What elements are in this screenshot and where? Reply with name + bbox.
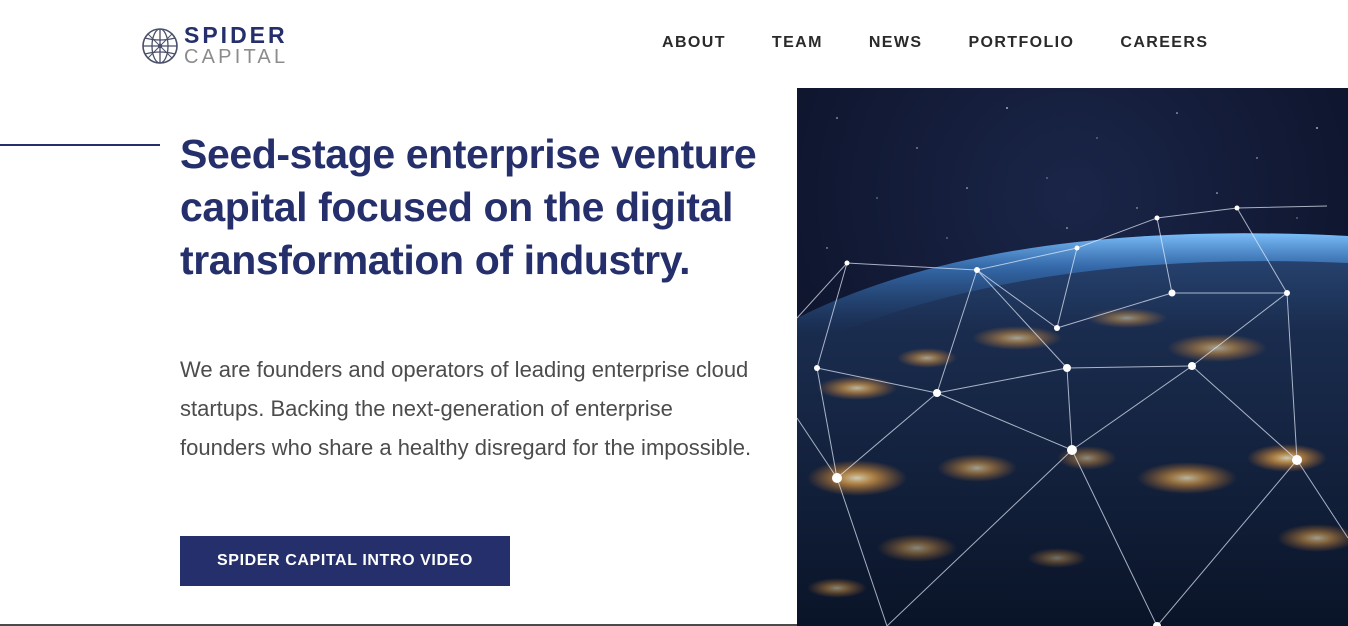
earth-network-image [797,88,1348,626]
nav-about[interactable]: ABOUT [662,34,726,52]
logo-wordmark: SPIDER CAPITAL [184,22,289,68]
accent-divider [0,144,160,146]
logo-text-spider: SPIDER [184,22,288,48]
nav-careers[interactable]: CAREERS [1120,34,1208,52]
hero-subtext: We are founders and operators of leading… [180,357,752,460]
intro-video-button[interactable]: SPIDER CAPITAL INTRO VIDEO [180,536,510,586]
nav-news[interactable]: NEWS [869,34,923,52]
nav-team[interactable]: TEAM [772,34,823,52]
globe-icon [142,27,178,64]
logo-text-capital: CAPITAL [184,46,289,68]
hero-headline: Seed-stage enterprise venture capital fo… [180,131,757,283]
page: SPIDER CAPITAL ABOUT TEAM NEWS PORTFOLIO… [0,0,1348,626]
main-nav: ABOUT TEAM NEWS PORTFOLIO CAREERS [662,34,1208,52]
earth-network-at-night-image [797,88,1348,626]
logo[interactable]: SPIDER CAPITAL [140,24,288,67]
nav-portfolio[interactable]: PORTFOLIO [968,34,1074,52]
